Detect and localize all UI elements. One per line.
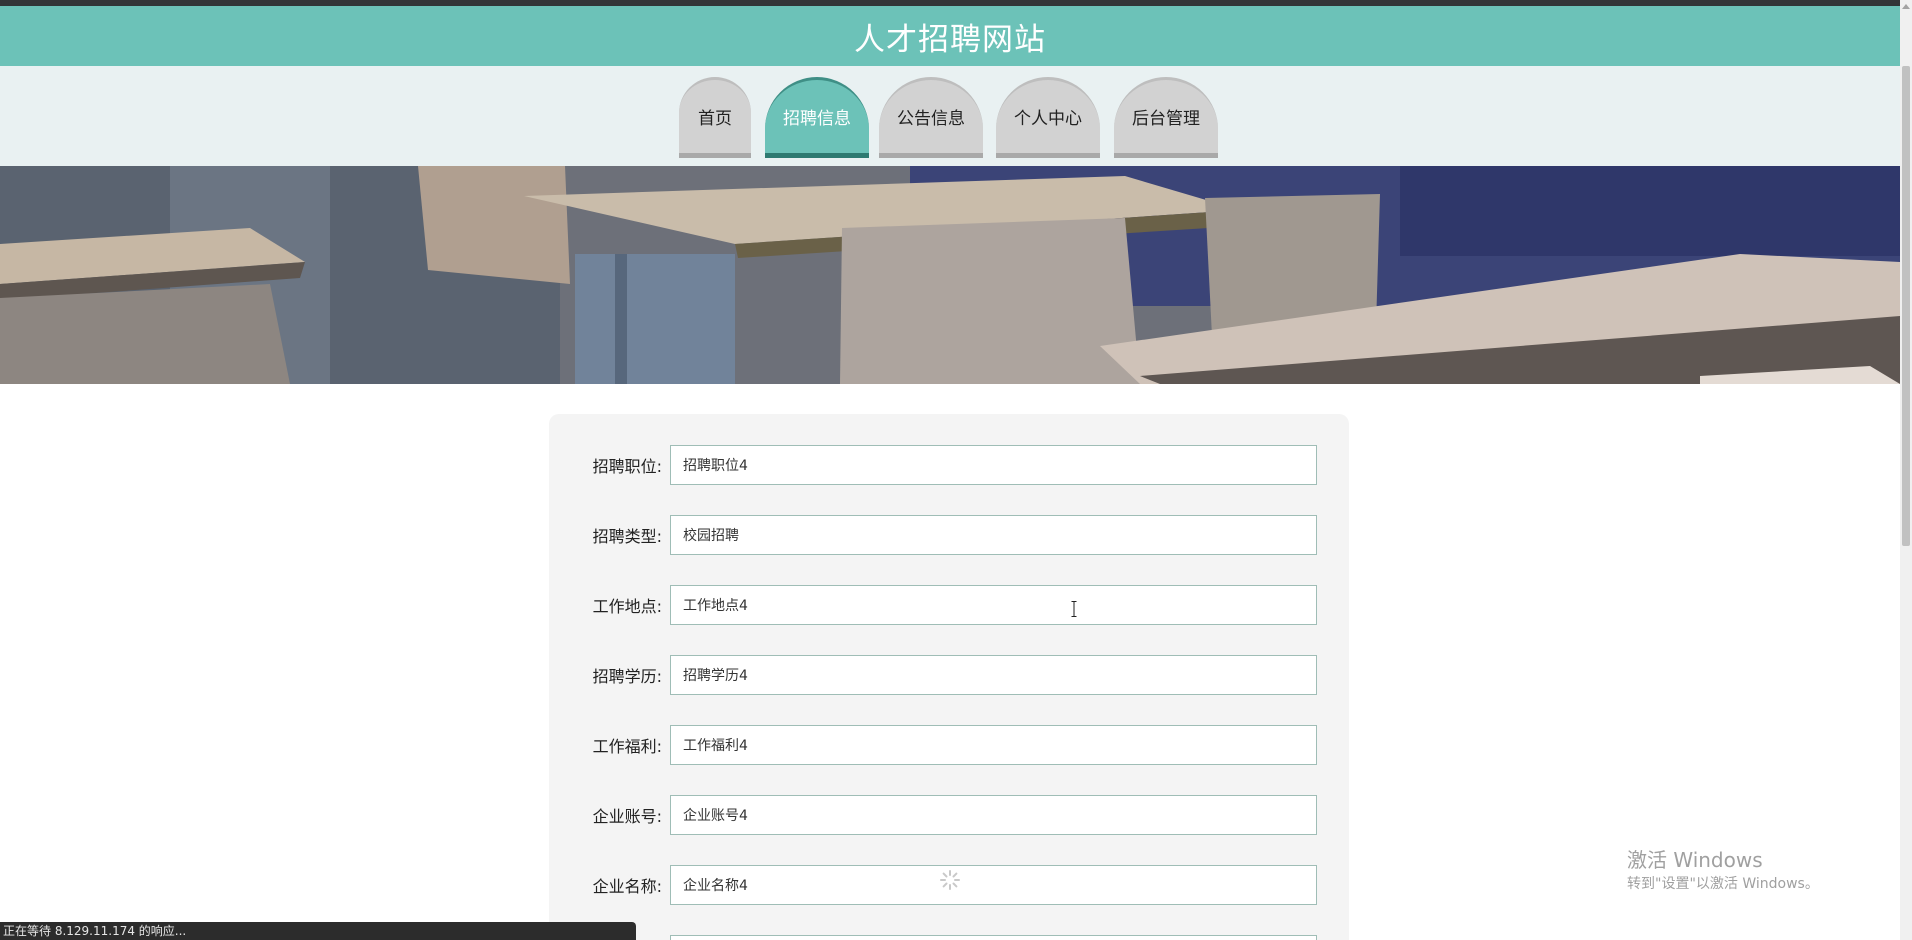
form-row-company-account: 企业账号: [549,794,1349,836]
browser-status-bar: 正在等待 8.129.11.174 的响应... [0,922,636,940]
watermark-title: 激活 Windows [1627,848,1763,872]
company-name-input[interactable] [670,865,1317,905]
nav-tab-personal-center[interactable]: 个人中心 [996,77,1100,158]
field-label: 企业账号: [592,807,662,826]
site-title: 人才招聘网站 [854,21,1046,58]
work-location-input[interactable] [670,585,1317,625]
field-label: 工作福利: [592,737,662,756]
nav-tab-label: 公告信息 [897,109,965,129]
status-text: 正在等待 8.129.11.174 的响应... [3,924,187,938]
form-row-location: 工作地点: [549,584,1349,626]
page: 人才招聘网站 首页 招聘信息 公告信息 个人中心 后台管理 招聘职位: 招聘职位… [0,0,1912,940]
field-label: 招聘学历: [592,667,662,686]
classroom-illustration [0,166,1900,384]
nav-tab-home[interactable]: 首页 [679,77,751,158]
field-label: 招聘类型: [592,527,662,546]
form-row-position: 招聘职位: [549,444,1349,486]
education-input[interactable] [670,655,1317,695]
site-header: 人才招聘网站 [0,6,1900,66]
form-row-education: 招聘学历: [549,654,1349,696]
nav-bar: 首页 招聘信息 公告信息 个人中心 后台管理 [0,66,1900,166]
nav-tab-admin[interactable]: 后台管理 [1114,77,1218,158]
position-input[interactable] [670,445,1317,485]
next-field-input[interactable] [670,935,1317,940]
nav-tab-recruitment[interactable]: 招聘信息 [765,77,869,158]
benefits-input[interactable] [670,725,1317,765]
field-label: 工作地点: [592,597,662,616]
nav-tab-label: 后台管理 [1132,109,1200,129]
field-label: 招聘职位: [592,457,662,476]
watermark-subtitle: 转到"设置"以激活 Windows。 [1627,876,1819,892]
nav-tab-label: 招聘信息 [783,109,851,129]
form-row-next [549,934,1349,940]
banner-image [0,166,1900,384]
job-detail-form: 招聘职位: 招聘类型: 工作地点: 招聘学历: 工作福利: 企业账号: 企业名称… [549,414,1349,940]
nav-tab-announcements[interactable]: 公告信息 [879,77,983,158]
text-cursor-icon [1071,601,1077,617]
field-label: 企业名称: [592,877,662,896]
company-account-input[interactable] [670,795,1317,835]
loading-spinner-icon [940,870,960,890]
nav-tab-label: 个人中心 [1014,109,1082,129]
form-row-benefits: 工作福利: [549,724,1349,766]
nav-tab-label: 首页 [698,109,732,129]
form-row-type: 招聘类型: [549,514,1349,556]
recruitment-type-input[interactable] [670,515,1317,555]
scrollbar-thumb[interactable] [1902,66,1910,546]
windows-activation-watermark: 激活 Windows 转到"设置"以激活 Windows。 [1627,848,1819,894]
scroll-up-arrow-icon[interactable] [1902,4,1910,9]
